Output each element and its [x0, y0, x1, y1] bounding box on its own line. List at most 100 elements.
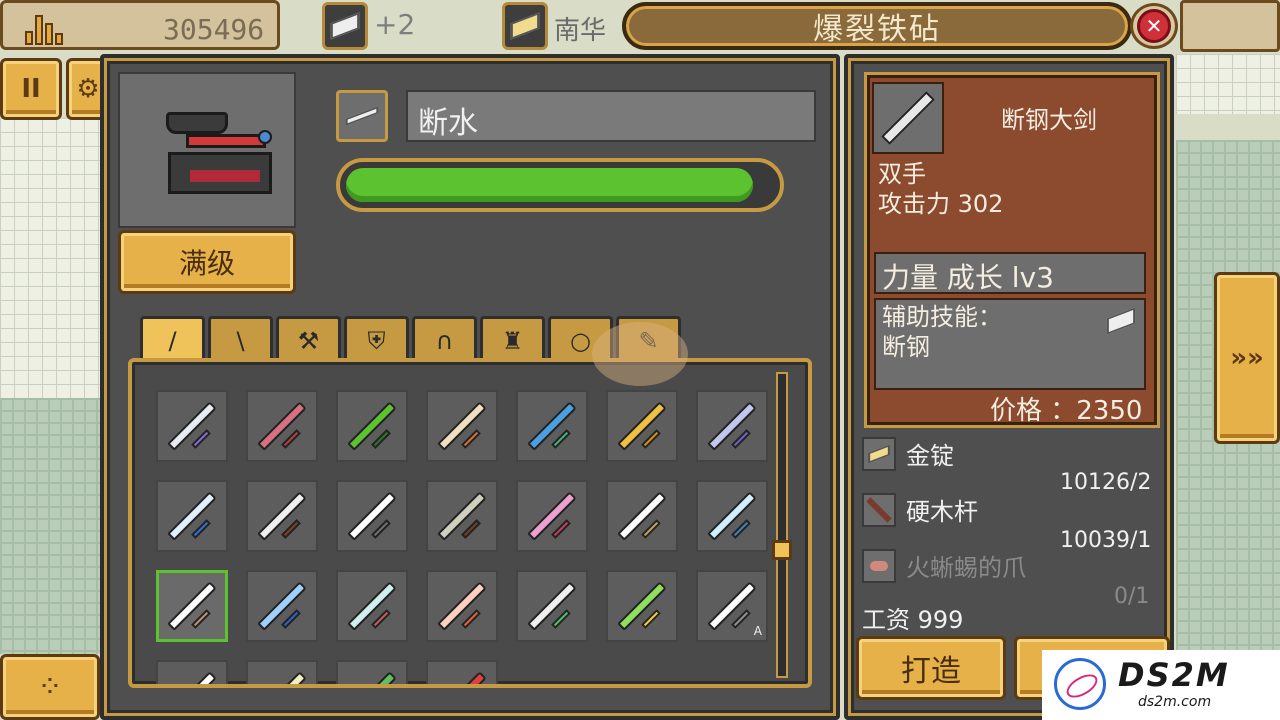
close-button[interactable]: ✕: [1130, 3, 1178, 49]
pause-button[interactable]: II: [0, 58, 62, 120]
skill-title: 辅助技能：: [882, 303, 1002, 331]
sword-guard: [551, 519, 571, 539]
pause-icon: II: [21, 74, 41, 104]
item-slot[interactable]: [336, 480, 408, 552]
next-arrow-button[interactable]: »»: [1214, 272, 1280, 444]
sword-guard: [731, 519, 751, 539]
tab-armor[interactable]: ♜: [480, 316, 545, 362]
item-slot[interactable]: [336, 390, 408, 462]
sword-guard: [641, 429, 661, 449]
background-grid-left: [0, 118, 100, 398]
gold-ingot-icon: [862, 436, 896, 471]
forge-progress-fill: [346, 168, 753, 202]
sword-guard: [281, 609, 301, 629]
scrollbar-track[interactable]: [776, 372, 788, 678]
sword-guard: [371, 429, 391, 449]
anvil-icon: [166, 112, 276, 198]
tab-axe[interactable]: ⚒: [276, 316, 341, 362]
item-slot[interactable]: [696, 390, 768, 462]
item-slot[interactable]: [156, 570, 228, 642]
sword-guard: [641, 609, 661, 629]
atom-logo-icon: [1054, 658, 1106, 710]
silver-ingot-icon: [330, 12, 360, 40]
tab-sword[interactable]: /: [140, 316, 205, 362]
forge-button[interactable]: 打造: [856, 636, 1006, 700]
item-name-field: 断水: [406, 90, 816, 142]
sword-guard: [281, 519, 301, 539]
background-wall-left: [0, 398, 100, 654]
gold-stack-icon: [25, 11, 67, 45]
item-slot[interactable]: [606, 570, 678, 642]
skill-name: 断钢: [882, 333, 930, 361]
material-name: 金锭: [906, 442, 954, 470]
scrollbar-thumb[interactable]: [772, 540, 792, 560]
sword-guard: [641, 519, 661, 539]
sword-icon: [167, 671, 217, 684]
sword-guard: [461, 609, 481, 629]
detail-attack: 攻击力 302: [878, 190, 1004, 218]
item-slot[interactable]: [426, 480, 498, 552]
material-count: 10126/2: [1060, 470, 1152, 495]
item-slot[interactable]: [606, 480, 678, 552]
material-slot-gold[interactable]: [502, 2, 548, 50]
item-slot[interactable]: [426, 570, 498, 642]
axe-icon: ⚒: [297, 326, 320, 355]
item-slot[interactable]: [696, 480, 768, 552]
detail-item-name: 断钢大剑: [1001, 106, 1097, 134]
material-row-gold-ingot: 金锭: [862, 436, 954, 471]
item-slot[interactable]: [516, 390, 588, 462]
material-slot-silver[interactable]: [322, 2, 368, 50]
sword-guard: [551, 609, 571, 629]
sword-icon: [257, 671, 307, 684]
item-slot[interactable]: [516, 480, 588, 552]
item-slot[interactable]: [246, 660, 318, 684]
item-slot[interactable]: A: [696, 570, 768, 642]
item-slot[interactable]: [156, 390, 228, 462]
tab-spear[interactable]: \: [208, 316, 273, 362]
tab-shield[interactable]: ⛨: [344, 316, 409, 362]
item-slot[interactable]: [606, 390, 678, 462]
wood-stick-icon: [862, 492, 896, 527]
material-name: 火蜥蜴的爪: [906, 554, 1026, 582]
sword-guard: [191, 609, 211, 629]
close-icon: ✕: [1137, 9, 1171, 43]
material-count: 0/1: [1114, 584, 1150, 609]
helmet-icon: ∩: [435, 326, 454, 355]
max-level-button[interactable]: 满级: [118, 230, 296, 294]
sword-guard: [731, 609, 751, 629]
sword-guard: [461, 429, 481, 449]
sword-guard: [371, 609, 391, 629]
material-name: 硬木杆: [906, 498, 978, 526]
sword-guard: [461, 519, 481, 539]
material-row-lizard-claw: 火蜥蜴的爪: [862, 548, 1026, 583]
sword-guard: [281, 429, 301, 449]
top-bar: 305496 +2 南华 爆裂铁砧 ✕: [0, 0, 1280, 54]
sword-guard: [191, 429, 211, 449]
tab-helmet[interactable]: ∩: [412, 316, 477, 362]
greatsword-icon: [872, 82, 944, 154]
forge-progress-bar: [336, 158, 784, 212]
item-slot[interactable]: [156, 660, 228, 684]
gold-counter: 305496: [0, 0, 280, 50]
sword-guard: [371, 519, 391, 539]
material-row-wood-stick: 硬木杆: [862, 492, 978, 527]
material-count: 10039/1: [1060, 528, 1152, 553]
item-slot[interactable]: [246, 390, 318, 462]
item-slot[interactable]: [246, 570, 318, 642]
item-grid-panel: A: [128, 358, 812, 688]
item-badge: A: [753, 624, 762, 638]
item-slot[interactable]: [336, 660, 408, 684]
item-slot[interactable]: [426, 660, 498, 684]
dice-button[interactable]: ⁘: [0, 654, 100, 720]
detail-skill-box: 辅助技能： 断钢: [874, 298, 1146, 390]
item-slot[interactable]: [516, 570, 588, 642]
sword-guard: [191, 519, 211, 539]
lizard-claw-icon: [862, 548, 896, 583]
window-title: 爆裂铁砧: [622, 2, 1132, 50]
dice-icon: ⁘: [37, 669, 63, 705]
item-slot[interactable]: [426, 390, 498, 462]
item-slot[interactable]: [336, 570, 408, 642]
watermark-overlay: [592, 322, 688, 386]
item-slot[interactable]: [156, 480, 228, 552]
item-slot[interactable]: [246, 480, 318, 552]
